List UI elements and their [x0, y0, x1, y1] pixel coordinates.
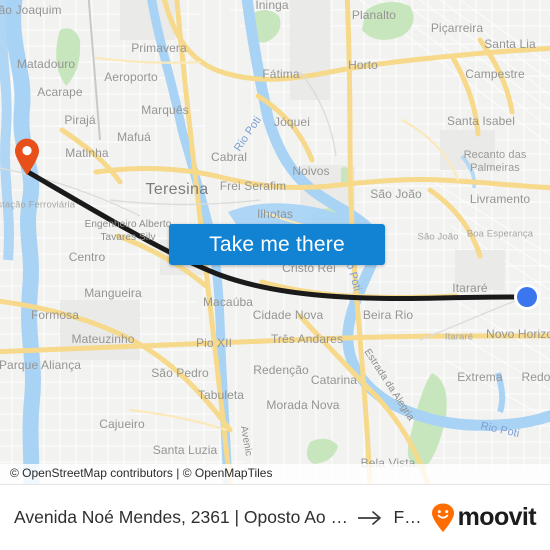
destination-label: F… [393, 507, 422, 527]
route-summary[interactable]: Avenida Noé Mendes, 2361 | Oposto Ao Car… [14, 507, 422, 528]
take-me-there-button[interactable]: Take me there [169, 224, 385, 265]
destination-dot-marker[interactable] [513, 283, 541, 311]
map-canvas[interactable]: São JoaquimIningaPlanaltoPiçarreiraSanta… [0, 0, 550, 484]
map-pin-icon [15, 138, 39, 175]
circle-dot-icon [514, 284, 540, 310]
origin-label: Avenida Noé Mendes, 2361 | Oposto Ao Car… [14, 507, 349, 527]
bottom-bar: Avenida Noé Mendes, 2361 | Oposto Ao Car… [0, 484, 550, 550]
moovit-map-screen: São JoaquimIningaPlanaltoPiçarreiraSanta… [0, 0, 550, 550]
map-attribution[interactable]: © OpenStreetMap contributors | © OpenMap… [0, 464, 550, 484]
moovit-pin-icon [431, 503, 454, 532]
arrow-right-icon [358, 510, 382, 525]
moovit-wordmark: moovit [457, 503, 537, 531]
moovit-logo[interactable]: moovit [430, 503, 537, 533]
origin-pin-marker[interactable] [13, 138, 41, 176]
